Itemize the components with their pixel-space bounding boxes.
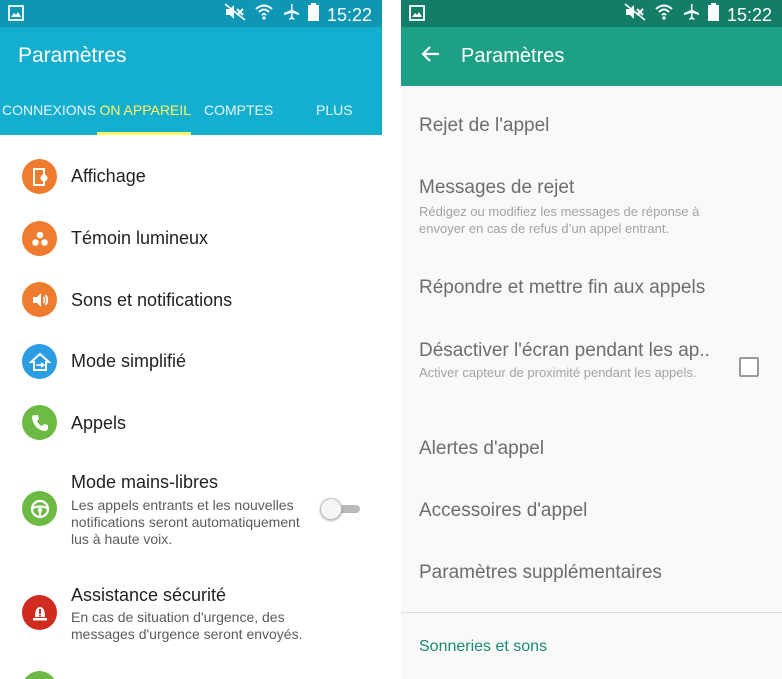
item-title: Mode mains-libres (71, 472, 219, 492)
item-title: Répondre et mettre fin aux appels (419, 277, 706, 298)
steering-wheel-icon (22, 491, 57, 526)
battery-icon (707, 3, 719, 26)
item-title: Accessoires d'appel (419, 500, 588, 521)
status-bar: 15:22 (0, 0, 382, 27)
airplane-mode-icon (682, 3, 700, 26)
proximity-sensor-checkbox[interactable] (739, 357, 759, 377)
wifi-icon (654, 3, 674, 26)
item-title: Mode simplifié (71, 351, 187, 371)
call-settings-screen: 15:22 Paramètres Rejet de l'appel Messag… (401, 0, 782, 679)
item-description: Rédigez ou modifiez les messages de répo… (419, 204, 700, 236)
item-title: Sons et notifications (71, 290, 233, 310)
home-icon (22, 344, 57, 379)
toggle-thumb (320, 498, 342, 520)
item-title: Désactiver l'écran pendant les ap.. (419, 340, 710, 361)
led-indicator-icon (22, 221, 57, 256)
app-bar: Paramètres CONNEXIONS ON APPAREIL COMPTE… (0, 27, 382, 135)
emergency-icon (22, 595, 57, 630)
gallery-notification-icon (8, 5, 24, 26)
mute-icon (624, 3, 646, 26)
airplane-mode-icon (282, 3, 300, 26)
item-title: Témoin lumineux (71, 228, 209, 248)
back-arrow-icon[interactable] (421, 44, 441, 69)
tab-comptes[interactable]: COMPTES (204, 102, 273, 118)
tab-mon-appareil[interactable]: ON APPAREIL (97, 102, 191, 118)
speaker-icon (22, 282, 57, 317)
section-header: Sonneries et sons (419, 638, 548, 655)
status-time: 15:22 (726, 4, 772, 25)
page-title: Paramètres (18, 44, 127, 67)
active-tab-indicator (97, 132, 191, 135)
section-divider (401, 612, 782, 613)
item-description: Activer capteur de proximité pendant les… (419, 365, 697, 380)
settings-main-screen: 15:22 Paramètres CONNEXIONS ON APPAREIL … (0, 0, 382, 679)
tab-connexions[interactable]: CONNEXIONS (2, 102, 96, 118)
wifi-icon (254, 3, 274, 26)
item-title: Affichage (71, 166, 146, 186)
item-title: Paramètres supplémentaires (419, 562, 662, 583)
item-description: En cas de situation d'urgence, des messa… (71, 609, 303, 642)
item-title: Messages de rejet (419, 177, 575, 198)
phone-icon (22, 405, 57, 440)
tab-plus[interactable]: PLUS (316, 102, 353, 118)
partial-icon (22, 671, 57, 679)
battery-icon (307, 3, 319, 26)
display-icon (22, 159, 57, 194)
app-bar: Paramètres (401, 27, 782, 86)
mute-icon (224, 3, 246, 26)
item-title: Assistance sécurité (71, 585, 227, 605)
status-bar: 15:22 (401, 0, 782, 27)
gallery-notification-icon (409, 5, 425, 26)
item-title: Appels (71, 413, 127, 433)
tab-label: ON APPAREIL (99, 102, 191, 118)
status-time: 15:22 (326, 4, 372, 25)
item-title: Rejet de l'appel (419, 115, 550, 136)
page-title: Paramètres (461, 45, 565, 67)
hands-free-toggle[interactable] (320, 497, 362, 521)
item-title: Alertes d'appel (419, 438, 545, 459)
item-description: Les appels entrants et les nouvelles not… (71, 497, 300, 547)
